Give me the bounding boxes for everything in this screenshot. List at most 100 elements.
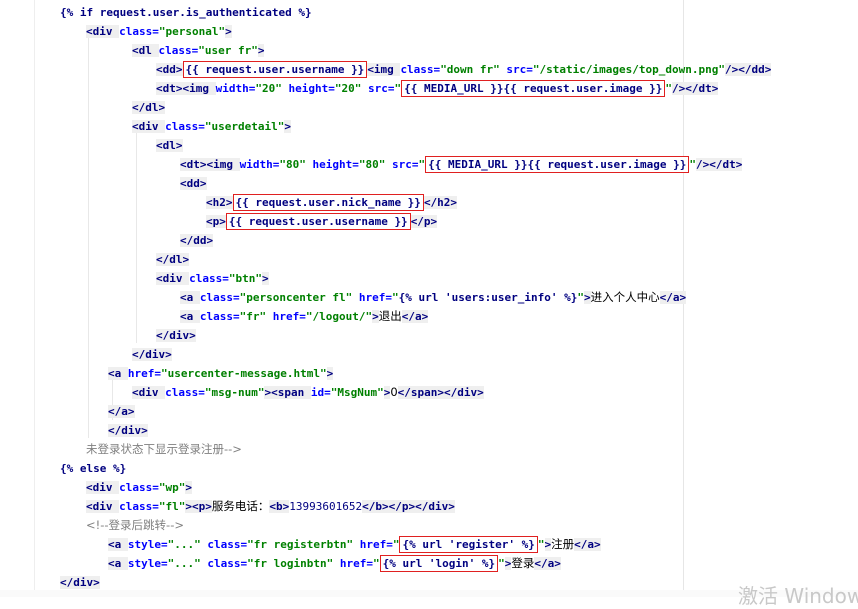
- code-line[interactable]: <!--登录后跳转-->: [86, 516, 184, 535]
- code-line[interactable]: </a>: [108, 402, 135, 421]
- code-line[interactable]: <a style="..." class="fr registerbtn" hr…: [108, 535, 601, 554]
- code-line[interactable]: <h2>{{ request.user.nick_name }} </h2>: [206, 193, 458, 212]
- code-token: <a: [180, 310, 200, 323]
- code-token: 进入个人中心: [590, 290, 660, 304]
- code-line[interactable]: </dl>: [132, 98, 166, 117]
- code-line[interactable]: </dd>: [180, 231, 214, 250]
- code-line[interactable]: <p>{{ request.user.username }} </p>: [206, 212, 438, 231]
- code-token: <div: [132, 120, 166, 133]
- code-token: ": [372, 557, 380, 570]
- code-token: 登录: [511, 556, 535, 570]
- code-token: </div>: [60, 576, 100, 589]
- code-line[interactable]: </div>: [132, 345, 172, 364]
- code-token: class=: [400, 63, 441, 76]
- code-token: {% else %}: [60, 462, 127, 475]
- code-token: 退出: [378, 309, 402, 323]
- code-token: "fl": [158, 500, 186, 513]
- code-token: {% url 'users:user_info' %}: [398, 291, 578, 304]
- code-token: <a: [108, 367, 128, 380]
- code-line[interactable]: <div class="personal">: [86, 22, 232, 41]
- code-token: class=: [189, 272, 229, 285]
- code-line[interactable]: <div class="btn">: [156, 269, 269, 288]
- code-line[interactable]: <div class="userdetail">: [132, 117, 291, 136]
- code-token: </dd>: [738, 63, 772, 76]
- code-token: <dt>: [156, 82, 183, 95]
- code-token: 0: [390, 385, 398, 399]
- code-token: href=: [266, 310, 306, 323]
- code-token: <dd>: [156, 63, 183, 76]
- code-token: "fr": [239, 310, 267, 323]
- code-token: "/logout/": [305, 310, 373, 323]
- code-token: <a: [108, 538, 128, 551]
- code-line[interactable]: <dd>{{ request.user.username }} <img clas…: [156, 60, 772, 79]
- code-token: </a>: [534, 557, 561, 570]
- highlighted-template-variable: {{ request.user.username }}: [225, 213, 411, 230]
- code-line[interactable]: <dl class="user fr">: [132, 41, 265, 60]
- code-token: <a: [108, 557, 128, 570]
- code-token: <dd>: [180, 177, 207, 190]
- code-token: class=: [119, 500, 159, 513]
- code-token: <p>: [206, 215, 226, 228]
- horizontal-scrollbar-track[interactable]: [0, 590, 858, 597]
- code-line[interactable]: 未登录状态下显示登录注册-->: [86, 440, 242, 459]
- code-line[interactable]: <dd>: [180, 174, 207, 193]
- code-token: />: [696, 158, 710, 171]
- code-line[interactable]: <dt><img width="80" height="80" src="{{ …: [180, 155, 743, 174]
- code-token: "...": [167, 557, 201, 570]
- code-token: ": [537, 538, 545, 551]
- code-token: >: [185, 500, 192, 513]
- code-token: <img: [182, 82, 216, 95]
- code-token: </div>: [108, 424, 148, 437]
- highlighted-template-variable: {{ MEDIA_URL }}{{ request.user.image }}: [401, 80, 666, 97]
- code-token: <p>: [192, 500, 212, 513]
- code-line[interactable]: <div class="fl"><p>服务电话：<b>13993601652</…: [86, 497, 455, 516]
- code-line[interactable]: </dl>: [156, 250, 190, 269]
- code-line[interactable]: <dl>: [156, 136, 183, 155]
- code-token: />: [724, 63, 739, 76]
- code-editor[interactable]: {% if request.user.is_authenticated %} <d…: [0, 0, 858, 597]
- code-token: <img: [367, 63, 401, 76]
- code-token: >: [284, 120, 291, 133]
- code-token: href=: [353, 538, 393, 551]
- highlighted-template-variable: {% url 'register' %}: [399, 536, 538, 553]
- code-token: width=: [215, 82, 256, 95]
- code-token: </b>: [362, 500, 389, 513]
- code-line[interactable]: <div class="msg-num"><span id="MsgNum">0…: [132, 383, 484, 402]
- code-token: class=: [199, 310, 240, 323]
- code-token: class=: [199, 291, 240, 304]
- code-token: />: [672, 82, 686, 95]
- code-token: <span: [271, 386, 311, 399]
- code-line[interactable]: <a href="usercenter-message.html">: [108, 364, 334, 383]
- code-line[interactable]: {% else %}: [60, 459, 126, 478]
- code-token: href=: [127, 367, 161, 380]
- code-token: "user fr": [198, 44, 258, 57]
- code-line[interactable]: </div>: [156, 326, 196, 345]
- code-token: 注册: [551, 537, 575, 551]
- highlighted-template-variable: {% url 'login' %}: [379, 555, 499, 572]
- code-token: 服务电话：: [211, 499, 270, 513]
- code-token: </p>: [388, 500, 416, 513]
- code-token: style=: [127, 557, 168, 570]
- code-line[interactable]: {% if request.user.is_authenticated %}: [60, 3, 312, 22]
- code-line[interactable]: </div>: [108, 421, 148, 440]
- code-token: </dl>: [156, 253, 190, 266]
- code-token: 未登录状态下显示登录注册-->: [86, 442, 242, 456]
- code-token: "usercenter-message.html": [161, 367, 327, 380]
- code-line[interactable]: <a class="personcenter fl" href="{% url …: [180, 288, 687, 307]
- code-token: "MsgNum": [330, 386, 384, 399]
- code-token: "wp": [158, 481, 186, 494]
- code-line[interactable]: <div class="wp">: [86, 478, 192, 497]
- code-token: src=: [385, 158, 419, 171]
- code-line[interactable]: <dt><img width="20" height="20" src="{{ …: [156, 79, 719, 98]
- code-token: {% if request.user.is_authenticated %}: [60, 6, 312, 19]
- code-token: "btn": [228, 272, 262, 285]
- code-token: "userdetail": [204, 120, 285, 133]
- code-token: "fr registerbtn": [247, 538, 354, 551]
- code-line[interactable]: <a style="..." class="fr loginbtn" href=…: [108, 554, 561, 573]
- code-line[interactable]: <a class="fr" href="/logout/">退出</a>: [180, 307, 429, 326]
- code-token: href=: [333, 557, 373, 570]
- code-token: "/static/images/top_down.png": [532, 63, 725, 76]
- code-token: height=: [281, 82, 335, 95]
- code-token: "down fr": [440, 63, 500, 76]
- code-token: </p>: [410, 215, 438, 228]
